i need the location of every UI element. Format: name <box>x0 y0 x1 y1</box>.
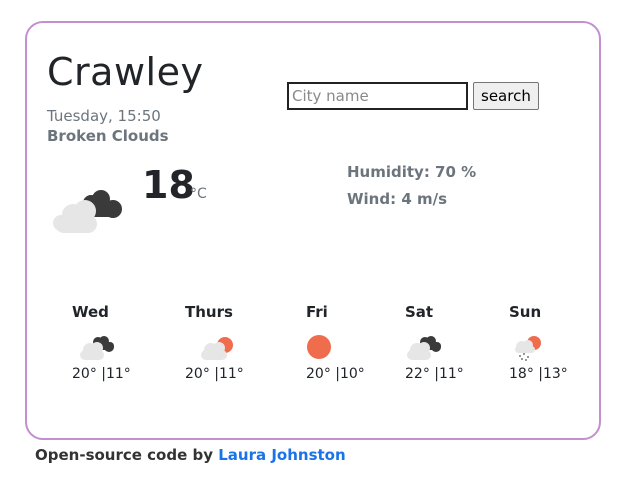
date-time: Tuesday, 15:50 <box>47 107 161 125</box>
forecast-day: Thurs 20° |11° <box>185 303 244 382</box>
forecast-temps: 22° |11° <box>405 366 464 382</box>
footer-text: Open-source code by <box>35 446 219 464</box>
forecast-day-name: Fri <box>306 303 328 321</box>
broken-clouds-icon <box>51 185 127 239</box>
search-button[interactable]: search <box>473 82 539 110</box>
partly-cloudy-icon <box>185 331 244 361</box>
forecast-day: Sat 22° |11° <box>405 303 464 382</box>
forecast-day-name: Sun <box>509 303 542 321</box>
weather-card: Crawley Tuesday, 15:50 Broken Clouds sea… <box>25 21 601 440</box>
forecast-temps: 18° |13° <box>509 366 568 382</box>
forecast-day-name: Sat <box>405 303 434 321</box>
forecast-day: Wed 20° |11° <box>72 303 131 382</box>
city-search-input[interactable] <box>287 82 468 110</box>
author-link[interactable]: Laura Johnston <box>218 446 345 464</box>
forecast-temps: 20° |11° <box>72 366 131 382</box>
forecast-day: Sun 18° |13° <box>509 303 568 382</box>
forecast-day: Fri 20° |10° <box>306 303 365 382</box>
forecast-day-name: Thurs <box>185 303 233 321</box>
forecast-temps: 20° |11° <box>185 366 244 382</box>
sun-icon <box>306 331 365 361</box>
humidity-text: Humidity: 70 % <box>347 163 477 181</box>
search-form: search <box>287 82 539 110</box>
broken-clouds-icon <box>405 331 464 361</box>
forecast-day-name: Wed <box>72 303 109 321</box>
wind-text: Wind: 4 m/s <box>347 190 448 208</box>
broken-clouds-icon <box>72 331 131 361</box>
footer-credit: Open-source code by Laura Johnston <box>35 446 346 464</box>
weather-description: Broken Clouds <box>47 127 169 145</box>
forecast-temps: 20° |10° <box>306 366 365 382</box>
rain-sun-icon <box>509 331 568 361</box>
current-temperature: 18 <box>142 163 195 207</box>
temperature-unit: °C <box>190 186 207 202</box>
city-name: Crawley <box>47 50 204 94</box>
